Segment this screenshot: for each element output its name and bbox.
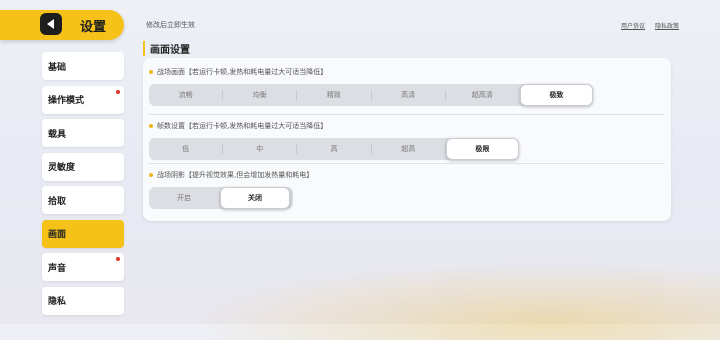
option-button[interactable]: 极限 [445, 138, 520, 160]
sidebar-item-label: 声音 [48, 263, 67, 274]
option-button[interactable]: 超高 [372, 138, 445, 160]
bullet-icon [149, 173, 153, 177]
sidebar-item-label: 拾取 [48, 196, 67, 207]
option-button[interactable]: 中 [223, 138, 296, 160]
sidebar: 基础操作模式载具灵敏度拾取画面声音隐私 [42, 52, 124, 320]
option-button[interactable]: 均衡 [223, 84, 296, 106]
option-button[interactable]: 超高清 [446, 84, 519, 106]
sidebar-item-label: 载具 [48, 129, 67, 140]
back-arrow-icon[interactable] [40, 13, 62, 35]
segmented-control: 流畅 均衡 精致 高清 超高清 极致 [149, 84, 594, 106]
user-agreement-link[interactable]: 用户协议 [621, 21, 645, 30]
divider [149, 163, 665, 164]
sidebar-item-label: 灵敏度 [48, 163, 76, 173]
setting-label: 战场画面【若运行卡顿,发热和耗电量过大可适当降低】 [149, 66, 593, 78]
sidebar-item[interactable]: 操作模式 [42, 85, 124, 114]
option-button[interactable]: 低 [149, 138, 222, 160]
sidebar-item[interactable]: 灵敏度 [42, 152, 124, 181]
sidebar-item[interactable]: 声音 [42, 253, 124, 281]
segmented-control: 低中高超高 极限 [149, 138, 520, 160]
segmented-control: 开启 关闭 [149, 187, 293, 209]
sidebar-item[interactable]: 隐私 [42, 286, 124, 315]
bullet-icon [149, 70, 153, 74]
bullet-icon [149, 124, 153, 128]
setting-label-text: 战场画面【若运行卡顿,发热和耗电量过大可适当降低】 [157, 68, 328, 76]
option-button[interactable]: 关闭 [220, 187, 290, 209]
setting-label-text: 战场阴影【提升视觉效果,但会增加发热量和耗电】 [157, 171, 314, 179]
sidebar-item-label: 基础 [48, 62, 67, 73]
setting-group: 帧数设置【若运行卡顿,发热和耗电量过大可适当降低】低中高超高 极限 [149, 120, 520, 160]
setting-group: 战场画面【若运行卡顿,发热和耗电量过大可适当降低】流畅 均衡 精致 高清 超高清 极致 [149, 66, 594, 106]
option-button[interactable]: 流畅 [149, 84, 222, 106]
notification-dot [116, 257, 120, 261]
notification-dot [116, 89, 120, 94]
option-button[interactable]: 极致 [519, 84, 594, 106]
privacy-policy-link[interactable]: 隐私政策 [655, 21, 679, 30]
setting-group: 战场阴影【提升视觉效果,但会增加发热量和耗电】开启 关闭 [149, 169, 313, 209]
notice-text: 修改后立即生效 [146, 21, 195, 29]
sidebar-item[interactable]: 拾取 [42, 186, 124, 214]
sidebar-item-label: 画面 [48, 230, 67, 240]
option-button[interactable]: 开启 [149, 187, 219, 209]
section-title: 画面设置 [143, 41, 190, 56]
sidebar-item-label: 操作模式 [48, 96, 85, 106]
sidebar-item[interactable]: 基础 [42, 52, 124, 80]
sidebar-item[interactable]: 载具 [42, 119, 124, 147]
option-button[interactable]: 精致 [297, 84, 370, 106]
option-button[interactable]: 高清 [372, 84, 445, 106]
setting-label: 帧数设置【若运行卡顿,发热和耗电量过大可适当降低】 [149, 120, 519, 132]
setting-label-text: 帧数设置【若运行卡顿,发热和耗电量过大可适当降低】 [157, 122, 328, 130]
setting-label: 战场阴影【提升视觉效果,但会增加发热量和耗电】 [149, 169, 313, 181]
background-decoration [130, 250, 720, 340]
sidebar-item[interactable]: 画面 [42, 219, 124, 248]
option-button[interactable]: 高 [297, 138, 370, 160]
divider [149, 114, 665, 115]
page-title: 设置 [80, 20, 107, 35]
sidebar-item-label: 隐私 [48, 297, 67, 307]
settings-panel: 战场画面【若运行卡顿,发热和耗电量过大可适当降低】流畅 均衡 精致 高清 超高清 极致帧数… [143, 58, 671, 221]
